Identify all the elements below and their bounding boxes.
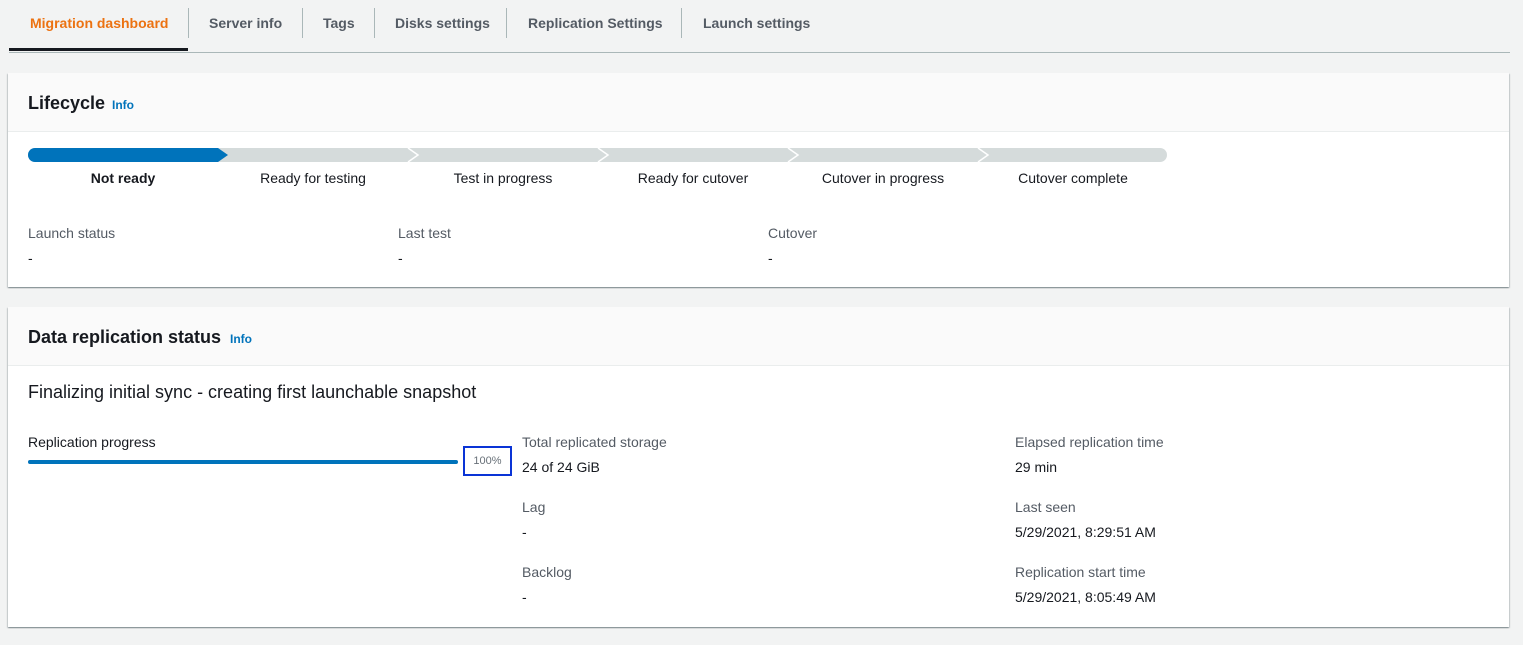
last-test-value: - <box>398 250 403 266</box>
stage-cutover-complete: Cutover complete <box>1018 170 1128 186</box>
replication-info-link[interactable]: Info <box>230 332 252 346</box>
lifecycle-panel-header: Lifecycle Info <box>8 73 1509 132</box>
start-time-value: 5/29/2021, 8:05:49 AM <box>1015 589 1156 605</box>
tab-server-info[interactable]: Server info <box>188 0 303 46</box>
stage-cutover-in-progress: Cutover in progress <box>821 170 945 186</box>
tab-launch-settings[interactable]: Launch settings <box>682 0 831 46</box>
replication-panel-header: Data replication status Info <box>8 307 1509 366</box>
total-storage-label: Total replicated storage <box>522 434 667 450</box>
stage-ready-for-cutover: Ready for cutover <box>637 170 749 186</box>
backlog-value: - <box>522 589 527 605</box>
lifecycle-panel: Lifecycle Info Not ready Ready for testi… <box>8 73 1509 287</box>
replication-status-text: Finalizing initial sync - creating first… <box>28 382 477 402</box>
elapsed-time-label: Elapsed replication time <box>1015 434 1164 450</box>
lifecycle-info-link[interactable]: Info <box>112 98 134 112</box>
stage-test-in-progress: Test in progress <box>453 170 553 186</box>
lag-value: - <box>522 524 527 540</box>
replication-progress-label: Replication progress <box>28 434 156 450</box>
start-time-label: Replication start time <box>1015 564 1146 580</box>
tab-migration-dashboard[interactable]: Migration dashboard <box>9 0 189 46</box>
replication-progress-fill <box>28 460 458 464</box>
lag-label: Lag <box>522 499 546 515</box>
active-tab-indicator <box>9 48 188 51</box>
cutover-value: - <box>768 250 773 266</box>
launch-status-label: Launch status <box>28 225 116 241</box>
stage-not-ready: Not ready <box>90 170 156 186</box>
stage-ready-for-testing: Ready for testing <box>260 170 366 186</box>
lifecycle-stage-bar <box>28 148 1167 162</box>
last-seen-value: 5/29/2021, 8:29:51 AM <box>1015 524 1156 540</box>
elapsed-time-value: 29 min <box>1015 459 1058 475</box>
backlog-label: Backlog <box>522 564 572 580</box>
last-test-label: Last test <box>398 225 451 241</box>
tab-disks-settings[interactable]: Disks settings <box>374 0 511 46</box>
tab-tags[interactable]: Tags <box>302 0 376 46</box>
replication-progress-bar <box>28 460 458 464</box>
stage-bar-current <box>28 148 228 162</box>
cutover-label: Cutover <box>768 225 818 241</box>
launch-status-value: - <box>28 250 33 266</box>
tab-replication-settings[interactable]: Replication Settings <box>507 0 684 46</box>
replication-title: Data replication status <box>28 327 222 347</box>
last-seen-label: Last seen <box>1015 499 1076 515</box>
replication-panel: Data replication status Info Finalizing … <box>8 307 1509 627</box>
lifecycle-title: Lifecycle <box>28 93 106 113</box>
tab-bar: Migration dashboard Server info Tags Dis… <box>9 0 1510 53</box>
replication-progress-percent: 100% <box>463 446 512 476</box>
total-storage-value: 24 of 24 GiB <box>522 459 600 475</box>
